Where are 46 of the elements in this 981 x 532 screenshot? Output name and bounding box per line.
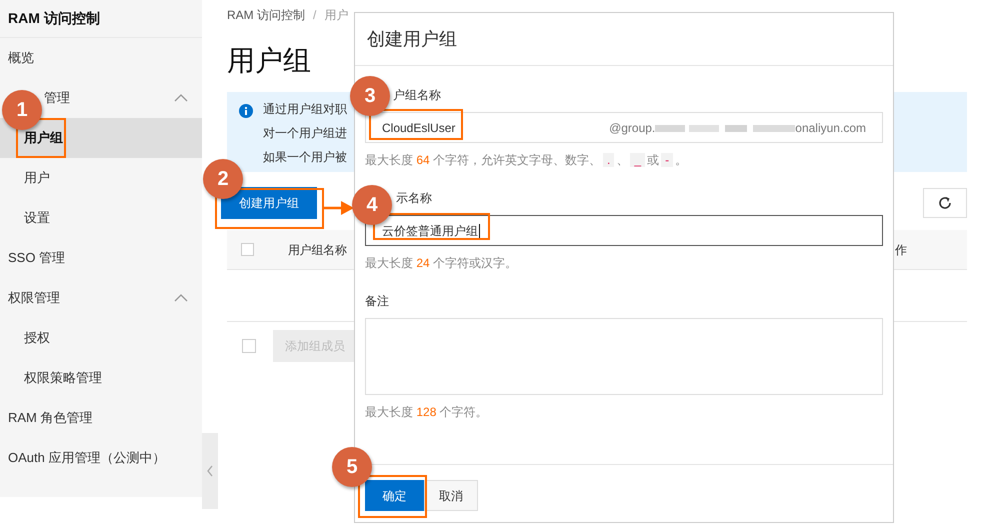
refresh-button[interactable] xyxy=(923,188,967,218)
field-label: 示名称 xyxy=(396,190,432,207)
refresh-icon xyxy=(938,196,952,210)
sidebar-item[interactable]: 授权 xyxy=(24,328,50,348)
sidebar-item[interactable]: RAM 角色管理 xyxy=(8,408,92,428)
field-label: 户组名称 xyxy=(393,87,441,104)
checkbox[interactable] xyxy=(241,243,254,256)
sidebar-item[interactable]: 权限管理 xyxy=(8,288,60,308)
sidebar-item[interactable]: OAuth 应用管理（公测中） xyxy=(8,448,166,468)
checkbox[interactable] xyxy=(242,339,256,353)
info-text: 对一个用户组进 xyxy=(263,125,347,142)
dialog-title: 创建用户组 xyxy=(367,28,457,50)
confirm-button[interactable]: 确定 xyxy=(365,480,424,511)
column-header: 用户组名称 xyxy=(288,242,347,258)
collapse-handle[interactable] xyxy=(202,433,218,509)
info-icon xyxy=(239,104,253,118)
page-title: 用户组 xyxy=(227,44,311,78)
hint-text: 最大长度 64 个字符，允许英文字母、数字、 . 、 _ 或 - 。 xyxy=(365,152,688,169)
breadcrumb-separator: / xyxy=(313,7,316,24)
sidebar-item[interactable]: 用户 xyxy=(24,168,50,188)
sidebar-item[interactable]: 概览 xyxy=(8,48,34,68)
field-label: 备注 xyxy=(365,293,389,310)
sidebar-title: RAM 访问控制 xyxy=(8,9,100,28)
step-marker: 5 xyxy=(332,447,372,487)
input-field[interactable]: CloudEslUser @group. onaliyun.com xyxy=(365,112,883,143)
sidebar-item[interactable]: 用户组 xyxy=(24,128,63,148)
sidebar-item[interactable]: 设置 xyxy=(24,208,50,228)
domain-suffix: onaliyun.com xyxy=(795,120,866,136)
column-header: 作 xyxy=(895,242,907,258)
remarks-field[interactable] xyxy=(365,318,883,395)
chevron-up-icon[interactable] xyxy=(174,94,188,102)
hint-text: 最大长度 128 个字符。 xyxy=(365,404,489,421)
input-field[interactable]: 云价签普通用户组 xyxy=(365,215,883,246)
chevron-up-icon[interactable] xyxy=(174,294,188,302)
arrow-icon xyxy=(323,201,354,215)
chevron-left-icon xyxy=(207,465,213,477)
cancel-button[interactable]: 取消 xyxy=(424,480,478,511)
domain-suffix: @group. xyxy=(609,120,656,136)
info-text: 如果一个用户被 xyxy=(263,149,347,166)
info-text: 通过用户组对职 xyxy=(263,101,347,118)
hint-text: 最大长度 24 个字符或汉字。 xyxy=(365,255,518,272)
step-marker: 2 xyxy=(203,159,243,199)
sidebar-item[interactable]: 管理 xyxy=(44,88,70,108)
sidebar-item[interactable]: SSO 管理 xyxy=(8,248,66,268)
sidebar-item[interactable]: 权限策略管理 xyxy=(24,368,102,388)
breadcrumb-link[interactable]: RAM 访问控制 xyxy=(227,6,305,24)
